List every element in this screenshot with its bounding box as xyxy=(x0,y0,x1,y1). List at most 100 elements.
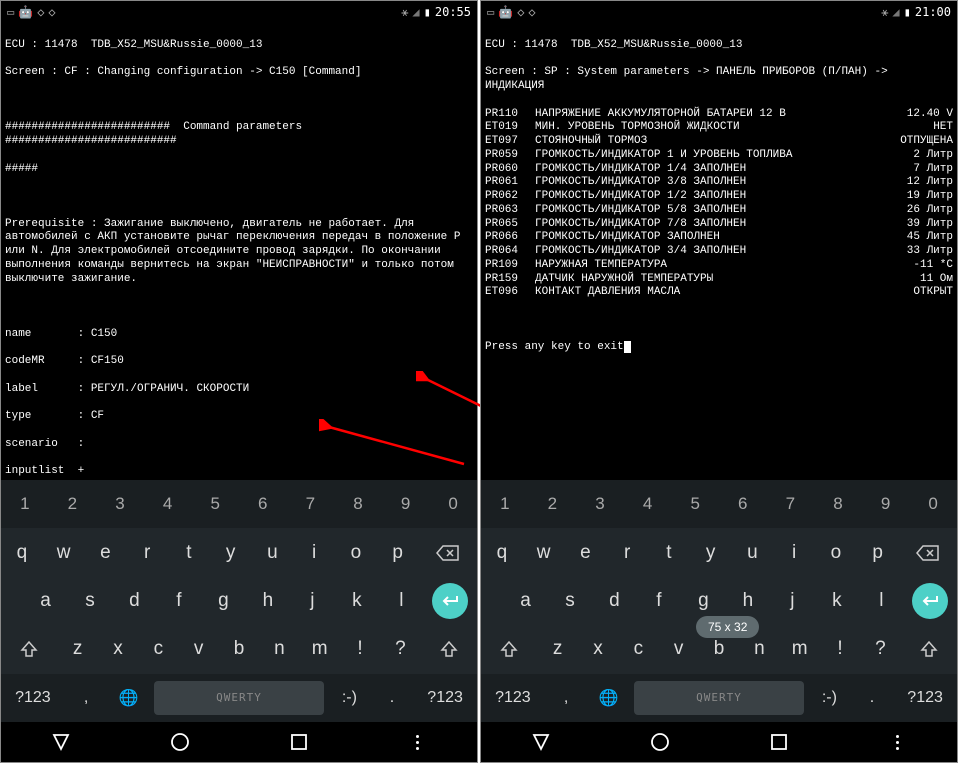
key-l[interactable]: l xyxy=(379,577,423,625)
key-5[interactable]: 5 xyxy=(671,480,719,528)
key-2[interactable]: 2 xyxy=(49,480,97,528)
home-button[interactable] xyxy=(169,731,191,753)
key-punct[interactable]: ! xyxy=(340,625,380,673)
emoji-key[interactable]: :-) xyxy=(808,674,851,722)
key-punct[interactable]: ? xyxy=(860,625,900,673)
recent-button[interactable] xyxy=(288,731,310,753)
space-key[interactable]: QWERTY xyxy=(634,681,804,715)
key-9[interactable]: 9 xyxy=(382,480,430,528)
key-punct[interactable]: ! xyxy=(820,625,860,673)
key-6[interactable]: 6 xyxy=(239,480,287,528)
recent-button[interactable] xyxy=(768,731,790,753)
key-f[interactable]: f xyxy=(157,577,201,625)
key-i[interactable]: i xyxy=(293,528,335,576)
key-w[interactable]: w xyxy=(43,528,85,576)
key-d[interactable]: d xyxy=(112,577,156,625)
key-m[interactable]: m xyxy=(300,625,340,673)
menu-button[interactable] xyxy=(887,735,909,750)
key-s[interactable]: s xyxy=(68,577,112,625)
key-6[interactable]: 6 xyxy=(719,480,767,528)
back-button[interactable] xyxy=(530,731,552,753)
key-x[interactable]: x xyxy=(98,625,138,673)
shift-key[interactable] xyxy=(421,625,477,673)
key-9[interactable]: 9 xyxy=(862,480,910,528)
key-l[interactable]: l xyxy=(859,577,903,625)
key-8[interactable]: 8 xyxy=(814,480,862,528)
enter-key[interactable] xyxy=(424,583,477,619)
key-y[interactable]: y xyxy=(690,528,732,576)
key-p[interactable]: p xyxy=(857,528,899,576)
key-e[interactable]: e xyxy=(565,528,607,576)
shift-key[interactable] xyxy=(481,625,537,673)
period-key[interactable]: . xyxy=(851,674,894,722)
key-w[interactable]: w xyxy=(523,528,565,576)
keyboard[interactable]: 1234567890 qwertyuiop asdfghjkl zxcvbnm!… xyxy=(481,480,957,722)
key-0[interactable]: 0 xyxy=(429,480,477,528)
back-button[interactable] xyxy=(50,731,72,753)
key-f[interactable]: f xyxy=(637,577,681,625)
key-t[interactable]: t xyxy=(168,528,210,576)
key-c[interactable]: c xyxy=(618,625,658,673)
key-n[interactable]: n xyxy=(259,625,299,673)
emoji-key[interactable]: :-) xyxy=(328,674,371,722)
key-r[interactable]: r xyxy=(126,528,168,576)
key-4[interactable]: 4 xyxy=(624,480,672,528)
menu-button[interactable] xyxy=(407,735,429,750)
symbols-key[interactable]: ?123 xyxy=(481,674,545,722)
key-0[interactable]: 0 xyxy=(909,480,957,528)
key-punct[interactable]: ? xyxy=(380,625,420,673)
key-y[interactable]: y xyxy=(210,528,252,576)
backspace-key[interactable] xyxy=(419,528,477,576)
comma-key[interactable]: , xyxy=(545,674,588,722)
key-v[interactable]: v xyxy=(659,625,699,673)
symbols-key[interactable]: ?123 xyxy=(413,674,477,722)
key-z[interactable]: z xyxy=(537,625,577,673)
key-4[interactable]: 4 xyxy=(144,480,192,528)
key-3[interactable]: 3 xyxy=(576,480,624,528)
terminal-left[interactable]: ECU : 11478 TDB_X52_MSU&Russie_0000_13 S… xyxy=(1,23,477,480)
comma-key[interactable]: , xyxy=(65,674,108,722)
key-g[interactable]: g xyxy=(201,577,245,625)
key-m[interactable]: m xyxy=(780,625,820,673)
key-7[interactable]: 7 xyxy=(287,480,335,528)
keyboard[interactable]: 1234567890 qwertyuiop asdfghjkl zxcvbnm!… xyxy=(1,480,477,722)
key-c[interactable]: c xyxy=(138,625,178,673)
key-t[interactable]: t xyxy=(648,528,690,576)
globe-key[interactable]: 🌐 xyxy=(107,674,150,722)
key-1[interactable]: 1 xyxy=(481,480,529,528)
key-3[interactable]: 3 xyxy=(96,480,144,528)
key-v[interactable]: v xyxy=(179,625,219,673)
key-a[interactable]: a xyxy=(23,577,67,625)
key-q[interactable]: q xyxy=(481,528,523,576)
key-2[interactable]: 2 xyxy=(529,480,577,528)
key-u[interactable]: u xyxy=(732,528,774,576)
key-u[interactable]: u xyxy=(252,528,294,576)
key-a[interactable]: a xyxy=(503,577,547,625)
space-key[interactable]: QWERTY xyxy=(154,681,324,715)
key-h[interactable]: h xyxy=(246,577,290,625)
globe-key[interactable]: 🌐 xyxy=(587,674,630,722)
period-key[interactable]: . xyxy=(371,674,414,722)
key-o[interactable]: o xyxy=(335,528,377,576)
key-8[interactable]: 8 xyxy=(334,480,382,528)
key-j[interactable]: j xyxy=(290,577,334,625)
backspace-key[interactable] xyxy=(899,528,957,576)
enter-key[interactable] xyxy=(904,583,957,619)
key-z[interactable]: z xyxy=(57,625,97,673)
home-button[interactable] xyxy=(649,731,671,753)
key-q[interactable]: q xyxy=(1,528,43,576)
key-b[interactable]: b xyxy=(219,625,259,673)
terminal-right[interactable]: ECU : 11478 TDB_X52_MSU&Russie_0000_13 S… xyxy=(481,23,957,480)
key-o[interactable]: o xyxy=(815,528,857,576)
key-j[interactable]: j xyxy=(770,577,814,625)
symbols-key[interactable]: ?123 xyxy=(893,674,957,722)
key-x[interactable]: x xyxy=(578,625,618,673)
key-1[interactable]: 1 xyxy=(1,480,49,528)
key-d[interactable]: d xyxy=(592,577,636,625)
key-i[interactable]: i xyxy=(773,528,815,576)
key-k[interactable]: k xyxy=(815,577,859,625)
key-s[interactable]: s xyxy=(548,577,592,625)
shift-key[interactable] xyxy=(901,625,957,673)
key-p[interactable]: p xyxy=(377,528,419,576)
symbols-key[interactable]: ?123 xyxy=(1,674,65,722)
